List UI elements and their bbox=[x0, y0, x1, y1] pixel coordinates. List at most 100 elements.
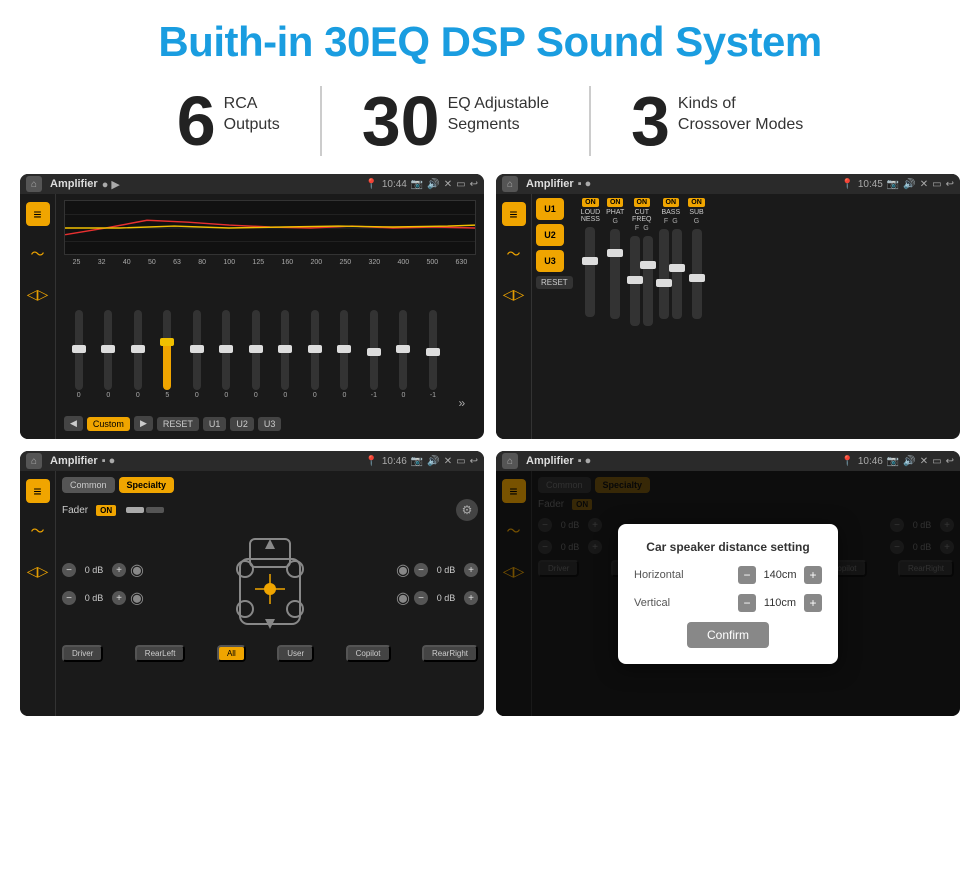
camera-icon-3: 📷 bbox=[411, 456, 423, 467]
dialog-row-vertical: Vertical − 110cm + bbox=[634, 594, 822, 612]
screen-eq: ⌂ Amplifier ● ▶ 📍 10:44 📷 🔊 ✕ ▭ ↩ ≡ 〜 ◁▷ bbox=[20, 174, 484, 439]
preset-buttons: U1 U2 U3 RESET bbox=[536, 198, 573, 435]
driver-btn[interactable]: Driver bbox=[62, 645, 103, 662]
stat-number-eq: 30 bbox=[362, 86, 440, 156]
eq-icon-2[interactable]: ≡ bbox=[502, 202, 526, 226]
horizontal-plus[interactable]: + bbox=[804, 566, 822, 584]
bass-slider-2[interactable] bbox=[672, 229, 682, 319]
slider-10[interactable]: 0 bbox=[340, 310, 348, 410]
slider-7[interactable]: 0 bbox=[252, 310, 260, 410]
stat-rca: 6 RCAOutputs bbox=[137, 86, 322, 156]
tab-common-3[interactable]: Common bbox=[62, 477, 115, 493]
window-icon-4: ▭ bbox=[932, 456, 941, 467]
stat-label-crossover: Kinds ofCrossover Modes bbox=[678, 86, 803, 136]
location-icon-4: 📍 bbox=[841, 456, 853, 467]
eq-main: 253240 506380 100125160 200250320 400500… bbox=[56, 194, 484, 439]
bass-slider-1[interactable] bbox=[659, 229, 669, 319]
screen1-title: Amplifier bbox=[50, 178, 98, 190]
eq-icon-3[interactable]: ≡ bbox=[26, 479, 50, 503]
left-front-value: 0 dB bbox=[80, 565, 108, 575]
horizontal-value: 140cm bbox=[760, 569, 800, 581]
cutfreq-slider-1[interactable] bbox=[630, 236, 640, 326]
custom-btn[interactable]: Custom bbox=[87, 417, 130, 431]
eq-bottom-bar: ◀ Custom ▶ RESET U1 U2 U3 bbox=[64, 412, 476, 433]
side-icons-2: ≡ 〜 ◁▷ bbox=[496, 194, 532, 439]
volume-icon-4: 🔊 bbox=[903, 456, 915, 467]
slider-3[interactable]: 0 bbox=[134, 310, 142, 410]
left-rear-plus[interactable]: + bbox=[112, 591, 126, 605]
volume-icon-2: 🔊 bbox=[903, 179, 915, 190]
left-front-minus[interactable]: − bbox=[62, 563, 76, 577]
phat-on: ON bbox=[607, 198, 624, 207]
more-icon[interactable]: » bbox=[458, 396, 465, 410]
right-rear-plus[interactable]: + bbox=[464, 591, 478, 605]
slider-8[interactable]: 0 bbox=[281, 310, 289, 410]
vertical-minus[interactable]: − bbox=[738, 594, 756, 612]
vertical-control: − 110cm + bbox=[738, 594, 822, 612]
rearleft-btn[interactable]: RearLeft bbox=[135, 645, 186, 662]
prev-btn[interactable]: ◀ bbox=[64, 416, 83, 431]
eq-graph bbox=[64, 200, 476, 255]
wave-icon-2[interactable]: 〜 bbox=[502, 242, 526, 266]
right-front-minus[interactable]: − bbox=[414, 563, 428, 577]
reset-small[interactable]: RESET bbox=[536, 276, 573, 289]
window-icon-2: ▭ bbox=[932, 179, 941, 190]
u3-preset[interactable]: U3 bbox=[536, 250, 564, 272]
play-btn[interactable]: ▶ bbox=[134, 416, 153, 431]
vertical-plus[interactable]: + bbox=[804, 594, 822, 612]
wave-icon[interactable]: 〜 bbox=[26, 242, 50, 266]
u1-btn[interactable]: U1 bbox=[203, 417, 227, 431]
right-speakers: ◉ − 0 dB + ◉ − 0 dB + bbox=[396, 560, 478, 608]
fader-header: Fader ON ⚙ bbox=[62, 499, 478, 521]
horizontal-minus[interactable]: − bbox=[738, 566, 756, 584]
wave-icon-3[interactable]: 〜 bbox=[26, 519, 50, 543]
channel-phat: ON PHAT G bbox=[606, 198, 624, 435]
u2-btn[interactable]: U2 bbox=[230, 417, 254, 431]
phat-slider[interactable] bbox=[610, 229, 620, 319]
cutfreq-slider-2[interactable] bbox=[643, 236, 653, 326]
home-icon-4[interactable]: ⌂ bbox=[502, 453, 518, 469]
slider-6[interactable]: 0 bbox=[222, 310, 230, 410]
slider-1[interactable]: 0 bbox=[75, 310, 83, 410]
speaker-icon-lr: ◉ bbox=[130, 588, 144, 608]
slider-13[interactable]: -1 bbox=[429, 310, 437, 410]
home-icon-1[interactable]: ⌂ bbox=[26, 176, 42, 192]
u2-preset[interactable]: U2 bbox=[536, 224, 564, 246]
slider-9[interactable]: 0 bbox=[311, 310, 319, 410]
copilot-btn[interactable]: Copilot bbox=[346, 645, 391, 662]
home-icon-2[interactable]: ⌂ bbox=[502, 176, 518, 192]
reset-btn[interactable]: RESET bbox=[157, 417, 199, 431]
u1-preset[interactable]: U1 bbox=[536, 198, 564, 220]
back-icon-1: ↩ bbox=[470, 179, 478, 190]
right-front-plus[interactable]: + bbox=[464, 563, 478, 577]
speaker-icon[interactable]: ◁▷ bbox=[26, 282, 50, 306]
settings-icon-3[interactable]: ⚙ bbox=[456, 499, 478, 521]
u3-btn[interactable]: U3 bbox=[258, 417, 282, 431]
speaker-icon-3[interactable]: ◁▷ bbox=[26, 559, 50, 583]
slider-11[interactable]: -1 bbox=[370, 310, 378, 410]
all-btn[interactable]: All bbox=[217, 645, 246, 662]
loudness-slider[interactable] bbox=[585, 227, 595, 317]
eq-icon-active[interactable]: ≡ bbox=[26, 202, 50, 226]
screen2-title: Amplifier bbox=[526, 178, 574, 190]
channels: ON LOUDNESS ON PHAT G bbox=[581, 198, 956, 435]
rearright-btn[interactable]: RearRight bbox=[422, 645, 478, 662]
eq-sliders: 0 0 0 5 bbox=[64, 270, 476, 412]
stat-number-rca: 6 bbox=[177, 86, 216, 156]
fader-bottom: Driver RearLeft All User Copilot RearRig… bbox=[62, 645, 478, 662]
left-front-plus[interactable]: + bbox=[112, 563, 126, 577]
home-icon-3[interactable]: ⌂ bbox=[26, 453, 42, 469]
screen4-time: 10:46 bbox=[858, 456, 883, 467]
tab-specialty-3[interactable]: Specialty bbox=[119, 477, 175, 493]
slider-12[interactable]: 0 bbox=[399, 310, 407, 410]
user-btn[interactable]: User bbox=[277, 645, 314, 662]
speaker-icon-2[interactable]: ◁▷ bbox=[502, 282, 526, 306]
screen4-title: Amplifier bbox=[526, 455, 574, 467]
sub-slider[interactable] bbox=[692, 229, 702, 319]
slider-2[interactable]: 0 bbox=[104, 310, 112, 410]
slider-4[interactable]: 5 bbox=[163, 310, 171, 410]
left-rear-minus[interactable]: − bbox=[62, 591, 76, 605]
right-rear-minus[interactable]: − bbox=[414, 591, 428, 605]
confirm-button[interactable]: Confirm bbox=[687, 622, 769, 648]
slider-5[interactable]: 0 bbox=[193, 310, 201, 410]
